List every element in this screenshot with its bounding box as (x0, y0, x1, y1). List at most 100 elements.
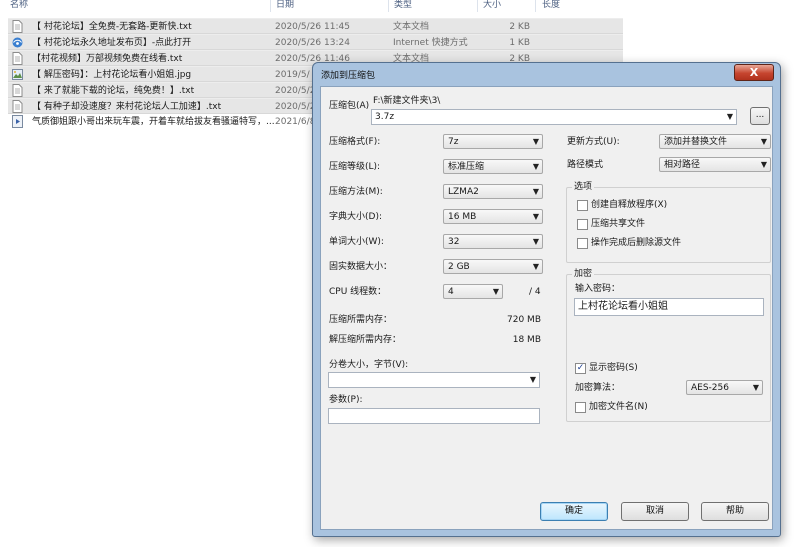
column-header-type[interactable]: 类型 (394, 0, 412, 12)
memory-decompress-value: 18 MB (512, 335, 541, 345)
column-header-name[interactable]: 名称 (10, 0, 28, 12)
solid-size-label: 固实数据大小： (329, 262, 393, 272)
password-value: 上村花论坛看小姐姐 (578, 301, 668, 312)
level-select[interactable]: 标准压缩 ▼ (443, 159, 543, 174)
encryption-group (566, 274, 771, 422)
file-name: 【 解压密码】：上村花论坛看小姐姐.jpg (32, 70, 192, 80)
encryption-method-select[interactable]: AES-256 ▼ (686, 380, 763, 395)
encryption-method-value: AES-256 (691, 383, 729, 393)
chevron-down-icon: ▼ (532, 137, 539, 146)
options-title: 选项 (572, 181, 595, 193)
cpu-threads-label: CPU 线程数： (329, 287, 387, 297)
file-date: 2020/5/26 13:24 (275, 38, 350, 48)
memory-decompress-label: 解压缩所需内存： (329, 335, 402, 345)
shared-files-label: 压缩共享文件 (591, 219, 646, 229)
chevron-down-icon: ▼ (532, 262, 539, 271)
method-select[interactable]: LZMA2 ▼ (443, 184, 543, 199)
ok-button[interactable]: 确定 (540, 502, 608, 521)
column-separator[interactable] (477, 0, 478, 12)
level-value: 标准压缩 (448, 162, 485, 172)
word-size-select[interactable]: 32 ▼ (443, 234, 543, 249)
column-header-date[interactable]: 日期 (276, 0, 294, 12)
file-type: Internet 快捷方式 (393, 38, 468, 48)
show-password-checkbox[interactable]: ✓ (575, 363, 586, 374)
image-file-icon (12, 69, 23, 80)
internet-shortcut-icon (12, 37, 23, 48)
file-row[interactable]: 【 村花论坛】全免费-无套路-更新快.txt 2020/5/26 11:45 文… (8, 18, 623, 34)
encryption-title: 加密 (572, 268, 595, 280)
method-value: LZMA2 (448, 187, 479, 197)
parameters-input[interactable] (328, 408, 540, 424)
column-header-size[interactable]: 大小 (483, 0, 501, 12)
update-mode-select[interactable]: 添加并替换文件 ▼ (659, 134, 771, 149)
close-button[interactable]: X (734, 64, 774, 81)
cpu-threads-value: 4 (448, 287, 454, 297)
solid-size-select[interactable]: 2 GB ▼ (443, 259, 543, 274)
file-name: 【 有种子却没速度？来村花论坛人工加速】.txt (32, 102, 222, 112)
column-separator[interactable] (270, 0, 271, 12)
method-label: 压缩方法(M): (329, 187, 383, 197)
file-type: 文本文档 (393, 22, 430, 32)
chevron-down-icon: ▼ (492, 287, 499, 296)
file-name: 【 来了就能下载的论坛，纯免费！】.txt (32, 86, 195, 96)
chevron-down-icon: ▼ (532, 162, 539, 171)
archive-name-value: 3.7z (375, 112, 395, 122)
password-label: 输入密码： (575, 284, 621, 294)
add-to-archive-dialog: 添加到压缩包 X 压缩包(A) F:\新建文件夹\3\ 3.7z ▼ ... 压… (312, 62, 781, 537)
video-file-icon (12, 115, 23, 128)
chevron-down-icon: ▼ (532, 237, 539, 246)
text-file-icon (12, 52, 23, 65)
chevron-down-icon: ▼ (760, 137, 767, 146)
memory-compress-value: 720 MB (507, 315, 541, 325)
file-name: 【 村花论坛】全免费-无套路-更新快.txt (32, 22, 192, 32)
volume-size-label: 分卷大小，字节(V): (329, 360, 409, 370)
archive-name-combo[interactable]: 3.7z ▼ (371, 109, 737, 125)
path-mode-value: 相对路径 (664, 160, 701, 170)
delete-after-checkbox[interactable] (577, 238, 588, 249)
browse-button[interactable]: ... (750, 107, 770, 125)
dialog-title: 添加到压缩包 (321, 71, 376, 81)
column-separator[interactable] (535, 0, 536, 12)
volume-size-combo[interactable]: ▼ (328, 372, 540, 388)
cpu-threads-select[interactable]: 4 ▼ (443, 284, 503, 299)
encrypt-names-label: 加密文件名(N) (589, 402, 648, 412)
text-file-icon (12, 20, 23, 33)
dialog-titlebar[interactable]: 添加到压缩包 X (313, 63, 780, 85)
show-password-label: 显示密码(S) (589, 363, 638, 373)
sfx-checkbox[interactable] (577, 200, 588, 211)
shared-files-checkbox[interactable] (577, 219, 588, 230)
file-size: 1 KB (509, 38, 530, 48)
column-separator[interactable] (388, 0, 389, 12)
help-button[interactable]: 帮助 (701, 502, 769, 521)
parameters-label: 参数(P): (329, 395, 363, 405)
chevron-down-icon: ▼ (532, 212, 539, 221)
dictionary-label: 字典大小(D): (329, 212, 382, 222)
encryption-method-label: 加密算法： (575, 383, 621, 393)
update-mode-label: 更新方式(U): (567, 137, 620, 147)
text-file-icon (12, 100, 23, 113)
cpu-threads-total: / 4 (529, 287, 541, 297)
file-date: 2020/5/26 11:45 (275, 22, 350, 32)
chevron-down-icon[interactable]: ▼ (727, 111, 733, 123)
password-input[interactable]: 上村花论坛看小姐姐 (574, 298, 764, 316)
sfx-label: 创建自释放程序(X) (591, 200, 668, 210)
word-size-value: 32 (448, 237, 460, 247)
solid-size-value: 2 GB (448, 262, 470, 272)
archive-label: 压缩包(A) (329, 101, 370, 111)
chevron-down-icon[interactable]: ▼ (530, 374, 536, 386)
chevron-down-icon: ▼ (532, 187, 539, 196)
word-size-label: 单词大小(W): (329, 237, 384, 247)
cancel-button[interactable]: 取消 (621, 502, 689, 521)
file-name: 【 村花论坛永久地址发布页】-点此打开 (32, 38, 192, 48)
text-file-icon (12, 84, 23, 97)
memory-compress-label: 压缩所需内存： (329, 315, 393, 325)
format-select[interactable]: 7z ▼ (443, 134, 543, 149)
delete-after-label: 操作完成后删除源文件 (591, 238, 682, 248)
path-mode-label: 路径模式 (567, 160, 604, 170)
file-row[interactable]: 【 村花论坛永久地址发布页】-点此打开 2020/5/26 13:24 Inte… (8, 34, 623, 50)
column-header-length[interactable]: 长度 (542, 0, 560, 12)
dictionary-select[interactable]: 16 MB ▼ (443, 209, 543, 224)
encrypt-names-checkbox[interactable] (575, 402, 586, 413)
file-name: 气质御姐跟小哥出来玩车震，开着车就给拔友看骚逼特写，... (32, 117, 275, 127)
path-mode-select[interactable]: 相对路径 ▼ (659, 157, 771, 172)
